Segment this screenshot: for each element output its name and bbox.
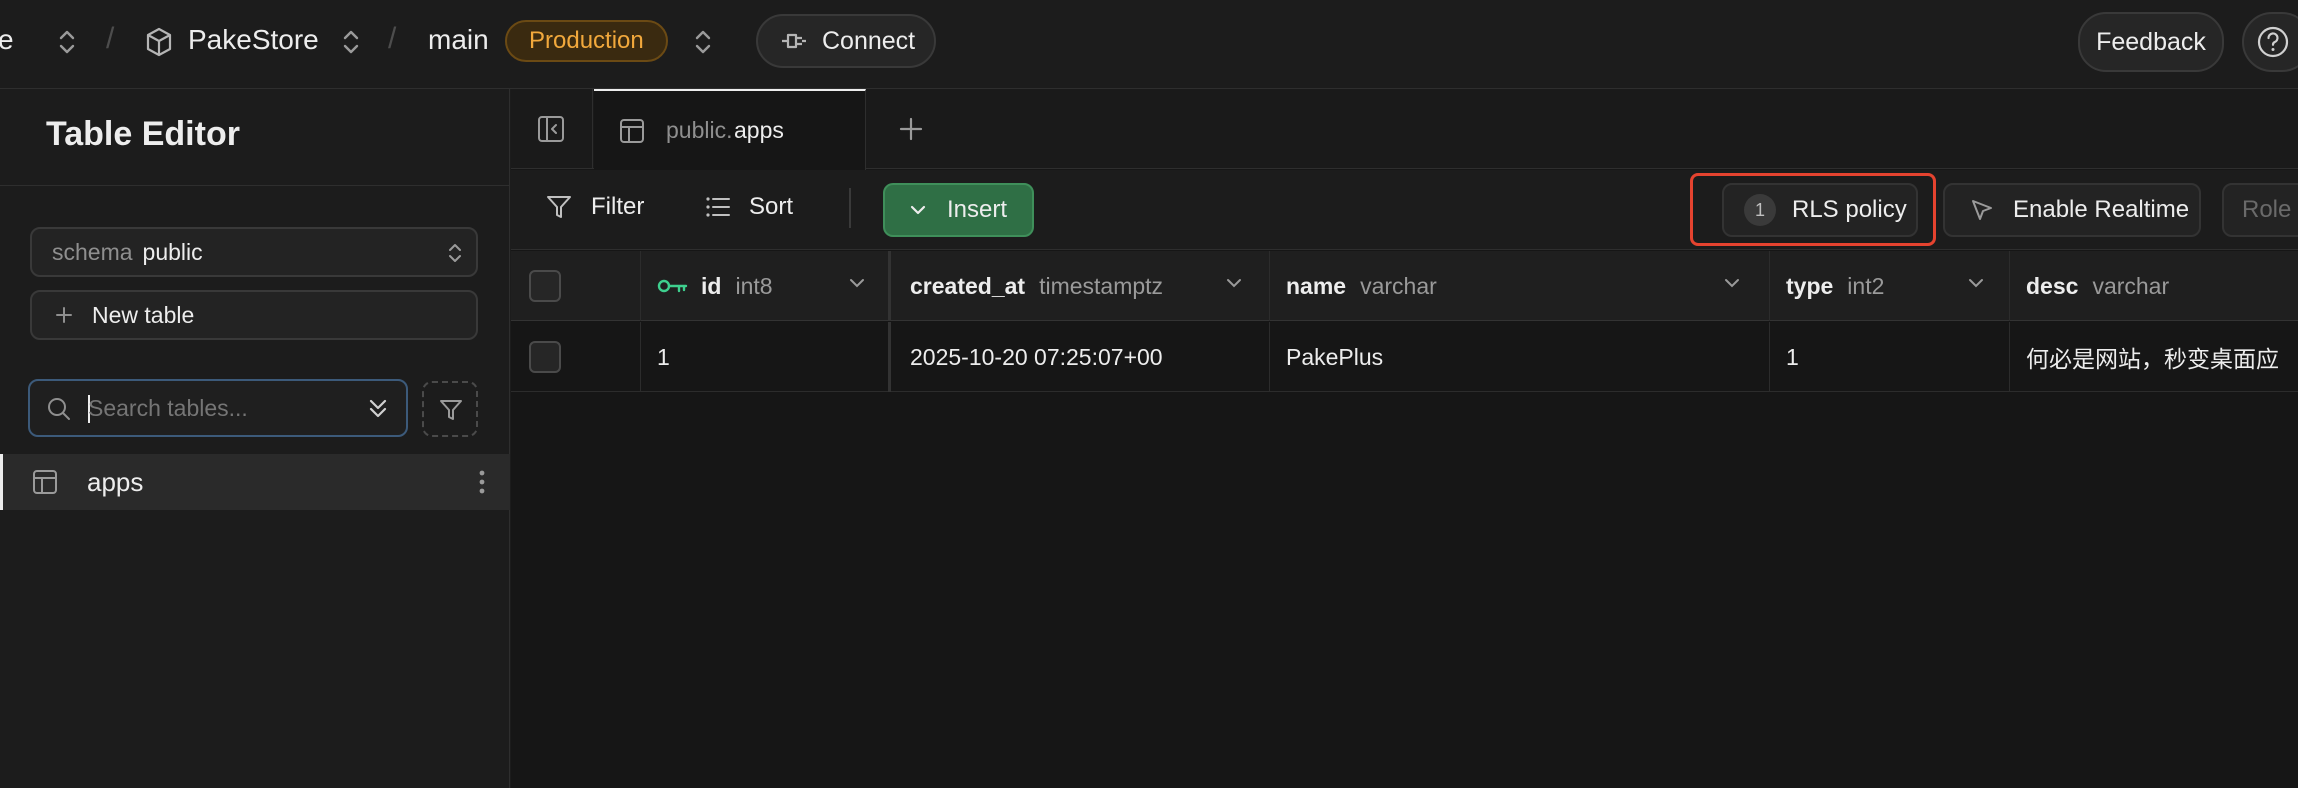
search-icon <box>46 396 72 422</box>
sidebar-collapse-icon <box>537 115 565 143</box>
connect-button[interactable]: Connect <box>756 14 936 68</box>
chevron-down-icon[interactable] <box>1225 277 1243 289</box>
filter-tables-button[interactable] <box>422 381 478 437</box>
role-button[interactable]: Role <box>2222 183 2298 237</box>
cell-desc[interactable]: 何必是网站，秒变桌面应 <box>2010 322 2298 392</box>
top-bar: e / PakeStore / main Production Connect … <box>0 0 2298 89</box>
list-icon <box>705 195 731 219</box>
column-name: name <box>1286 272 1347 299</box>
cell-name[interactable]: PakePlus <box>1270 322 1770 392</box>
chevron-down-icon[interactable] <box>848 277 866 289</box>
column-name: desc <box>2026 272 2079 299</box>
schema-selector[interactable]: schema public <box>30 227 478 277</box>
filter-label: Filter <box>591 193 645 220</box>
main-panel: public. apps Filter Sort Insert 1 RLS po… <box>511 89 2298 788</box>
chevron-up-down-icon <box>446 241 464 265</box>
sort-label: Sort <box>749 193 794 220</box>
project-box-icon <box>144 26 174 58</box>
schema-prefix: schema <box>52 238 133 265</box>
column-name: id <box>701 272 722 299</box>
collapse-sidebar-button[interactable] <box>511 89 593 169</box>
cell-type[interactable]: 1 <box>1770 322 2010 392</box>
new-table-label: New table <box>92 301 195 328</box>
column-name: created_at <box>910 272 1026 299</box>
plug-icon <box>780 30 808 52</box>
help-button[interactable] <box>2242 12 2298 72</box>
rls-count-badge: 1 <box>1744 194 1776 226</box>
chevron-down-icon[interactable] <box>1723 277 1741 289</box>
column-type: int8 <box>735 272 773 299</box>
schema-value: public <box>142 238 203 265</box>
tab-schema: public. <box>666 117 733 143</box>
column-name: type <box>1786 272 1834 299</box>
chevrons-down-icon[interactable] <box>366 396 390 422</box>
toolbar-divider <box>849 188 851 228</box>
environment-badge: Production <box>505 20 668 62</box>
grid-header-row: id int8 created_at timestamptz name varc… <box>511 251 2298 321</box>
sidebar-title: Table Editor <box>46 115 240 153</box>
table-name: apps <box>87 467 144 497</box>
cursor-icon <box>1969 197 1995 223</box>
table-row[interactable]: 1 2025-10-20 07:25:07+00 PakePlus 1 何必是网… <box>511 322 2298 392</box>
project-name[interactable]: PakeStore <box>188 24 319 56</box>
branch-name[interactable]: main <box>428 24 489 56</box>
search-tables-field[interactable] <box>28 379 408 437</box>
row-checkbox[interactable] <box>529 341 561 373</box>
branch-switcher-icon[interactable] <box>692 28 714 56</box>
column-type: timestamptz <box>1039 272 1164 299</box>
select-all-checkbox[interactable] <box>529 270 561 302</box>
column-header-type[interactable]: type int2 <box>1770 251 2010 321</box>
new-table-button[interactable]: New table <box>30 290 478 340</box>
sidebar-divider <box>0 185 510 186</box>
sidebar-item-apps[interactable]: apps <box>0 454 510 510</box>
insert-button[interactable]: Insert <box>883 183 1034 237</box>
breadcrumb-separator: / <box>106 22 115 55</box>
breadcrumb-separator: / <box>388 22 397 55</box>
feedback-button[interactable]: Feedback <box>2078 12 2224 72</box>
plus-icon <box>891 109 931 149</box>
tab-bar: public. apps <box>511 89 2298 170</box>
column-header-name[interactable]: name varchar <box>1270 251 1770 321</box>
chevron-down-icon[interactable] <box>1967 277 1985 289</box>
primary-key-icon <box>657 276 689 296</box>
help-icon <box>2256 25 2290 59</box>
row-checkbox-cell <box>511 322 641 392</box>
rls-label: RLS policy <box>1792 196 1907 223</box>
filter-button[interactable]: Filter <box>545 193 644 221</box>
filter-icon <box>438 397 464 423</box>
tab-table: apps <box>734 117 784 143</box>
realtime-label: Enable Realtime <box>2013 196 2190 223</box>
sort-button[interactable]: Sort <box>705 193 793 221</box>
filter-icon <box>545 193 573 221</box>
cell-created-at[interactable]: 2025-10-20 07:25:07+00 <box>894 322 1270 392</box>
column-type: varchar <box>2092 272 2170 299</box>
plus-icon <box>54 305 74 325</box>
table-icon <box>618 117 646 145</box>
column-type: varchar <box>1360 272 1437 299</box>
column-header-desc[interactable]: desc varchar <box>2010 251 2298 321</box>
column-type: int2 <box>1847 272 1885 299</box>
rls-policy-button[interactable]: 1 RLS policy <box>1722 183 1918 237</box>
select-all-checkbox-cell <box>511 251 641 321</box>
enable-realtime-button[interactable]: Enable Realtime <box>1943 183 2201 237</box>
tab-public-apps[interactable]: public. apps <box>594 89 866 170</box>
org-switcher-icon[interactable] <box>56 28 78 56</box>
org-name[interactable]: e <box>0 24 14 56</box>
cell-id[interactable]: 1 <box>641 322 891 392</box>
table-icon <box>31 468 59 496</box>
insert-label: Insert <box>947 196 1008 223</box>
add-tab-button[interactable] <box>891 109 931 149</box>
column-header-created-at[interactable]: created_at timestamptz <box>894 251 1270 321</box>
chevron-down-icon <box>909 203 927 217</box>
project-switcher-icon[interactable] <box>340 28 362 56</box>
column-header-id[interactable]: id int8 <box>641 251 891 321</box>
search-input[interactable] <box>88 391 348 425</box>
more-vertical-icon[interactable] <box>478 468 486 496</box>
table-editor-sidebar: Table Editor schema public New table Sea… <box>0 89 510 788</box>
connect-label: Connect <box>822 26 916 55</box>
table-toolbar: Filter Sort Insert 1 RLS policy Enable R… <box>511 170 2298 250</box>
